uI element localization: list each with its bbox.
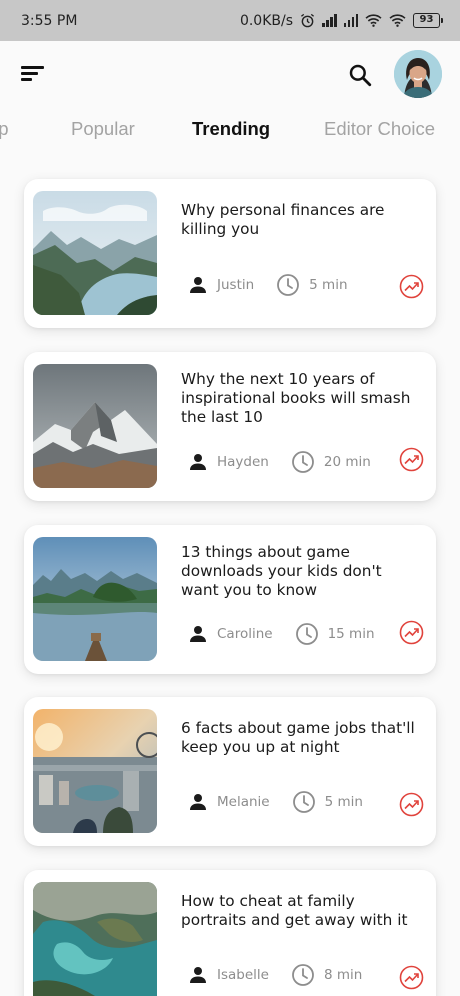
tab-trending[interactable]: Trending <box>192 118 270 140</box>
clock-icon <box>277 274 300 296</box>
person-icon <box>190 967 206 983</box>
tab-top[interactable]: op <box>0 118 9 140</box>
article-thumbnail <box>33 882 157 996</box>
article-meta: Isabelle 8 min <box>189 963 362 987</box>
article-meta: Melanie 5 min <box>189 790 363 814</box>
person-icon <box>190 794 206 810</box>
article-thumbnail <box>33 364 157 488</box>
article-thumbnail <box>33 191 157 315</box>
article-meta: Hayden 20 min <box>189 450 371 474</box>
article-card[interactable]: Why the next 10 years of inspirational b… <box>24 352 436 501</box>
person-icon <box>190 454 206 470</box>
category-tabs: op Popular Trending Editor Choice <box>0 118 460 152</box>
article-thumbnail <box>33 709 157 833</box>
app-header <box>0 41 460 111</box>
article-duration: 20 min <box>323 454 371 470</box>
clock-icon <box>291 451 314 473</box>
trending-icon[interactable] <box>399 620 424 645</box>
status-time: 3:55 PM <box>21 12 78 29</box>
signal-icon <box>343 14 358 27</box>
avatar[interactable] <box>394 50 442 98</box>
article-duration: 5 min <box>309 277 348 293</box>
article-author: Melanie <box>217 794 270 810</box>
clock-icon <box>292 791 315 813</box>
alarm-icon <box>300 13 315 28</box>
article-card[interactable]: 13 things about game downloads your kids… <box>24 525 436 674</box>
status-bar: 3:55 PM 0.0KB/s 93 <box>0 0 460 41</box>
clock-icon <box>292 964 314 986</box>
person-icon <box>190 277 206 293</box>
article-title: Why personal finances are killing you <box>181 201 385 238</box>
article-author: Justin <box>217 277 255 293</box>
article-title: How to cheat at family portraits and get… <box>181 892 408 929</box>
article-meta: Justin 5 min <box>189 273 348 297</box>
trending-icon[interactable] <box>399 792 424 817</box>
article-duration: 15 min <box>327 626 375 642</box>
article-title: Why the next 10 years of inspirational b… <box>181 370 411 426</box>
article-author: Caroline <box>217 626 273 642</box>
article-title: 6 facts about game jobs that'll keep you… <box>181 719 415 756</box>
person-icon <box>190 626 206 642</box>
article-card[interactable]: How to cheat at family portraits and get… <box>24 870 436 996</box>
search-icon[interactable] <box>347 62 373 88</box>
battery-icon: 93 <box>413 13 443 28</box>
trending-icon[interactable] <box>399 274 424 299</box>
menu-icon[interactable] <box>21 66 45 84</box>
article-card[interactable]: Why personal finances are killing you Ju… <box>24 179 436 328</box>
trending-icon[interactable] <box>399 965 424 990</box>
wifi-icon <box>389 14 406 27</box>
article-author: Hayden <box>217 454 269 470</box>
article-card[interactable]: 6 facts about game jobs that'll keep you… <box>24 697 436 846</box>
article-meta: Caroline 15 min <box>189 622 375 646</box>
network-speed: 0.0KB/s <box>239 12 293 29</box>
article-title: 13 things about game downloads your kids… <box>181 543 382 599</box>
status-indicators: 0.0KB/s 93 <box>239 12 443 29</box>
trending-icon[interactable] <box>399 447 424 472</box>
wifi-icon <box>365 14 382 27</box>
clock-icon <box>295 623 318 645</box>
tab-popular[interactable]: Popular <box>71 118 135 140</box>
article-duration: 5 min <box>324 794 363 810</box>
article-duration: 8 min <box>323 967 363 983</box>
article-thumbnail <box>33 537 157 661</box>
signal-icon <box>322 14 337 27</box>
article-author: Isabelle <box>217 967 269 983</box>
tab-editor-choice[interactable]: Editor Choice <box>324 118 435 140</box>
